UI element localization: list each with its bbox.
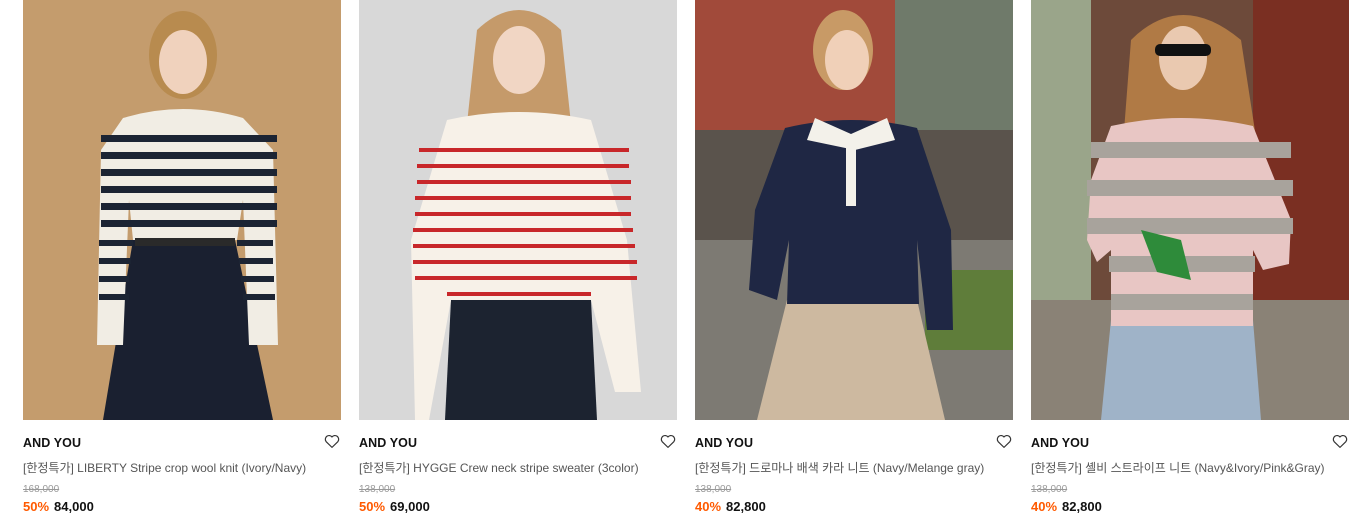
sale-price: 84,000 (54, 499, 94, 514)
sale-price: 69,000 (390, 499, 430, 514)
product-card[interactable]: AND YOU [한정특가] 드로마나 배색 카라 니트 (Navy/Melan… (695, 0, 1013, 518)
heart-outline-icon[interactable] (659, 432, 677, 450)
brand-name[interactable]: AND YOU (695, 436, 753, 450)
original-price: 138,000 (695, 484, 732, 495)
sale-price: 82,800 (726, 499, 766, 514)
product-image[interactable] (359, 0, 677, 420)
product-card[interactable]: AND YOU [한정특가] LIBERTY Stripe crop wool … (23, 0, 341, 518)
heart-outline-icon[interactable] (995, 432, 1013, 450)
price-line: 40% 82,800 (695, 499, 766, 514)
product-name[interactable]: [한정특가] 셸비 스트라이프 니트 (Navy&Ivory/Pink&Gray… (1031, 459, 1349, 476)
original-price: 138,000 (1031, 484, 1068, 495)
original-price: 168,000 (23, 484, 60, 495)
product-image[interactable] (23, 0, 341, 420)
sale-price: 82,800 (1062, 499, 1102, 514)
original-price: 138,000 (359, 484, 396, 495)
price-line: 50% 84,000 (23, 499, 94, 514)
discount-rate: 50% (23, 499, 50, 514)
product-image[interactable] (1031, 0, 1349, 420)
product-card[interactable]: AND YOU [한정특가] 셸비 스트라이프 니트 (Navy&Ivory/P… (1031, 0, 1349, 518)
product-grid: AND YOU [한정특가] LIBERTY Stripe crop wool … (0, 0, 1352, 518)
product-name[interactable]: [한정특가] 드로마나 배색 카라 니트 (Navy/Melange gray) (695, 459, 1013, 476)
heart-outline-icon[interactable] (323, 432, 341, 450)
product-image[interactable] (695, 0, 1013, 420)
brand-name[interactable]: AND YOU (1031, 436, 1089, 450)
product-name[interactable]: [한정특가] HYGGE Crew neck stripe sweater (3… (359, 459, 677, 476)
price-line: 50% 69,000 (359, 499, 430, 514)
discount-rate: 40% (695, 499, 722, 514)
discount-rate: 40% (1031, 499, 1058, 514)
discount-rate: 50% (359, 499, 386, 514)
price-line: 40% 82,800 (1031, 499, 1102, 514)
product-name[interactable]: [한정특가] LIBERTY Stripe crop wool knit (Iv… (23, 459, 341, 476)
heart-outline-icon[interactable] (1331, 432, 1349, 450)
product-card[interactable]: AND YOU [한정특가] HYGGE Crew neck stripe sw… (359, 0, 677, 518)
brand-name[interactable]: AND YOU (23, 436, 81, 450)
brand-name[interactable]: AND YOU (359, 436, 417, 450)
